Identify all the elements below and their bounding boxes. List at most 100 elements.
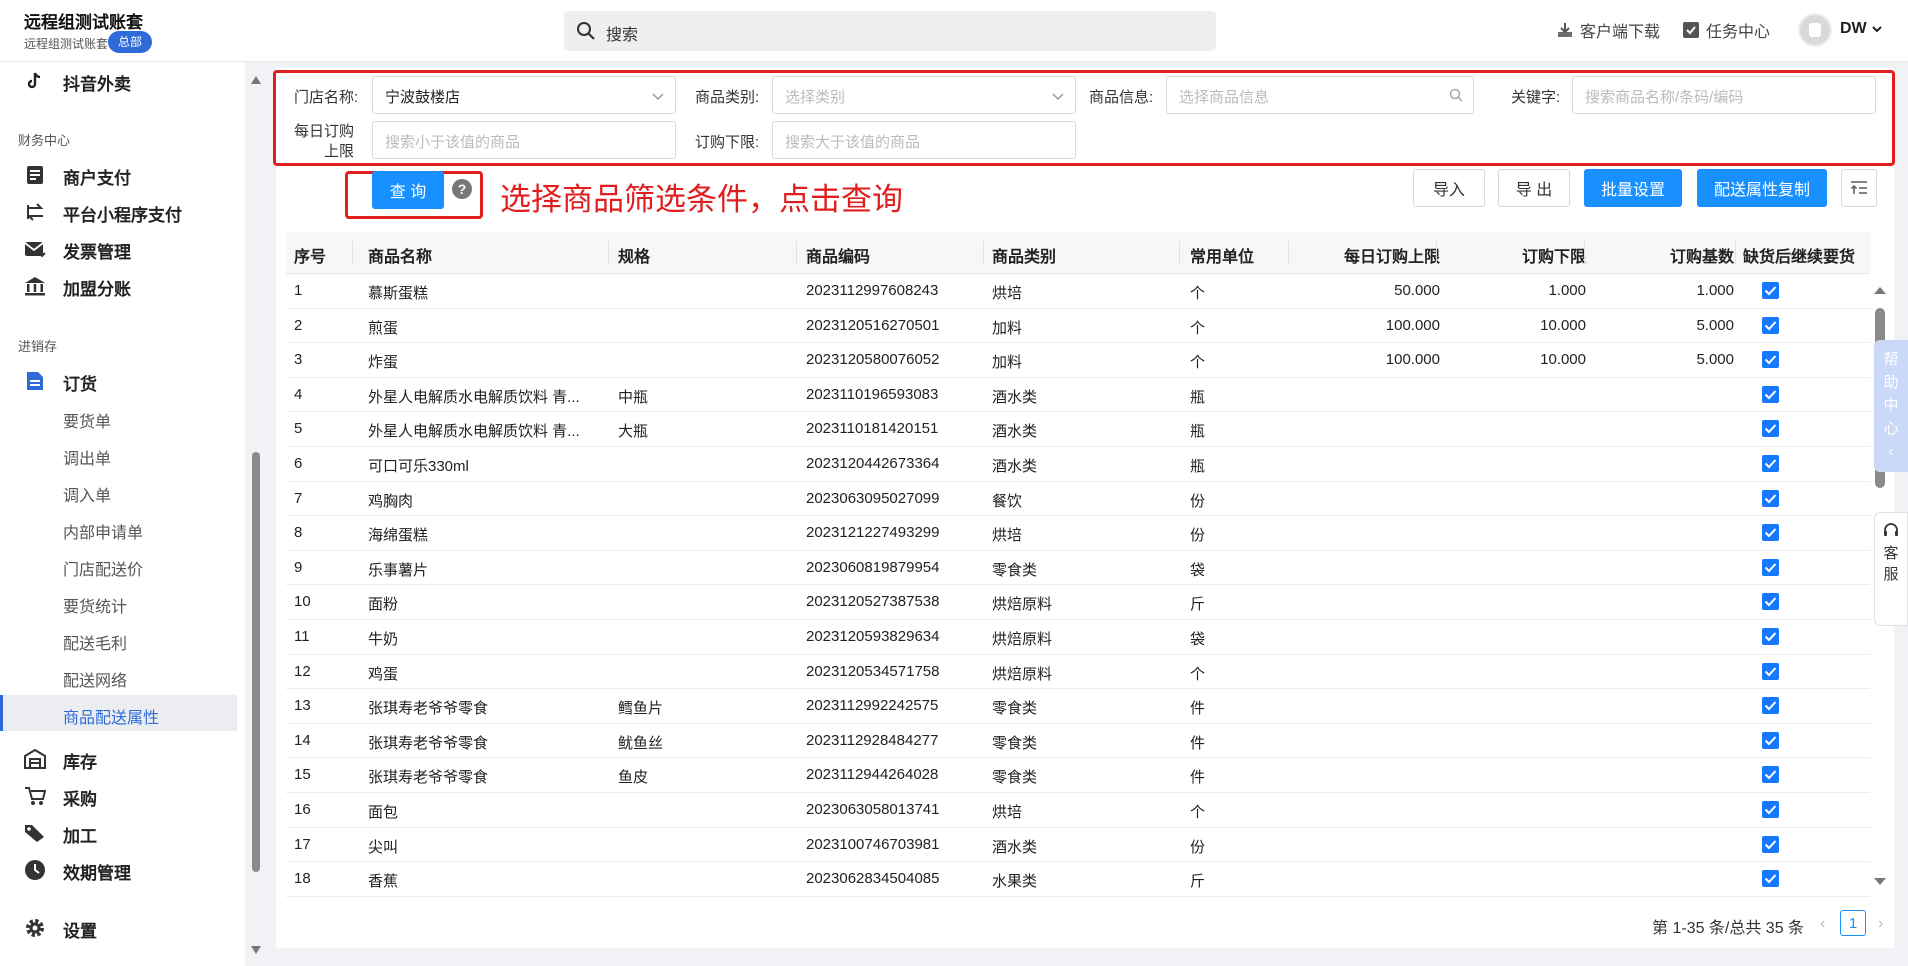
continue-order-checkbox[interactable]	[1762, 524, 1779, 542]
sidebar-item-invoice[interactable]: 发票管理	[0, 230, 237, 266]
cell-order-min: 10.000	[1540, 351, 1586, 369]
continue-order-checkbox[interactable]	[1762, 835, 1779, 853]
cell-code: 2023110196593083	[806, 385, 939, 403]
sidebar-item-expiry[interactable]: 效期管理	[0, 851, 237, 887]
table-row[interactable]: 5 外星人电解质水电解质饮料 青... 大瓶 2023110181420151 酒水类 瓶	[286, 412, 1870, 447]
sidebar-subitem-requisition[interactable]: 要货单	[0, 399, 237, 435]
category-select[interactable]: 选择类别	[772, 76, 1076, 114]
table-row[interactable]: 14 张琪寿老爷爷零食 鱿鱼丝 2023112928484277 零食类 件	[286, 724, 1870, 759]
customer-service-tab[interactable]: 客 服	[1874, 512, 1908, 626]
product-info-input[interactable]: 选择商品信息	[1166, 76, 1474, 114]
help-center-tab[interactable]: 帮 助 中 心 ‹	[1874, 340, 1908, 472]
cell-name: 海绵蛋糕	[368, 527, 429, 545]
table-row[interactable]: 7 鸡胸肉 2023063095027099 餐饮 份	[286, 482, 1870, 517]
sidebar-subitem-order-stats[interactable]: 要货统计	[0, 584, 237, 620]
sidebar-subitem-internal-request[interactable]: 内部申请单	[0, 510, 237, 546]
cell-name: 张琪寿老爷爷零食	[368, 769, 489, 787]
tag-icon	[24, 822, 46, 844]
sidebar-subitem-delivery-attributes[interactable]: 商品配送属性	[0, 695, 237, 731]
account-name[interactable]: 远程组测试账套	[24, 8, 143, 33]
continue-order-checkbox[interactable]	[1762, 697, 1779, 715]
page-1-button[interactable]: 1	[1840, 910, 1866, 936]
cell-name: 鸡蛋	[368, 665, 399, 683]
continue-order-checkbox[interactable]	[1762, 628, 1779, 645]
table-row[interactable]: 9 乐事薯片 2023060819879954 零食类 袋	[286, 551, 1870, 586]
sidebar-subitem-store-price[interactable]: 门店配送价	[0, 547, 237, 583]
continue-order-checkbox[interactable]	[1762, 489, 1779, 507]
cell-no: 8	[294, 524, 303, 542]
sidebar-subitem-transfer-out[interactable]: 调出单	[0, 436, 237, 472]
query-button[interactable]: 查 询	[372, 171, 444, 209]
prev-page-button[interactable]: ‹	[1820, 915, 1825, 933]
table-row[interactable]: 2 煎蛋 2023120516270501 加料 个 100.000 10.000 5.000	[286, 309, 1870, 344]
task-center-button[interactable]: 任务中心	[1682, 18, 1770, 42]
table-row[interactable]: 12 鸡蛋 2023120534571758 烘焙原料 个	[286, 655, 1870, 690]
help-icon[interactable]: ?	[452, 179, 472, 199]
continue-order-checkbox[interactable]	[1762, 420, 1779, 438]
continue-order-checkbox[interactable]	[1762, 731, 1779, 749]
search-input[interactable]: 搜索	[606, 21, 638, 45]
column-settings-button[interactable]	[1841, 169, 1877, 207]
continue-order-checkbox[interactable]	[1762, 558, 1779, 576]
global-search[interactable]: 搜索	[564, 11, 1216, 51]
batch-settings-button[interactable]: 批量设置	[1584, 169, 1682, 207]
continue-order-checkbox[interactable]	[1762, 801, 1779, 818]
continue-order-checkbox[interactable]	[1762, 593, 1779, 611]
user-menu[interactable]: DW	[1840, 20, 1883, 38]
sidebar-item-stock[interactable]: 库存	[0, 740, 237, 776]
table-row[interactable]: 17 尖叫 2023100746703981 酒水类 份	[286, 828, 1870, 863]
header-divider	[1584, 241, 1585, 265]
export-button[interactable]: 导 出	[1498, 169, 1570, 207]
task-icon	[1683, 22, 1699, 38]
sidebar-item-order[interactable]: 订货	[0, 362, 237, 398]
table-row[interactable]: 6 可口可乐330ml 2023120442673364 酒水类 瓶	[286, 447, 1870, 482]
continue-order-checkbox[interactable]	[1762, 351, 1779, 369]
continue-order-checkbox[interactable]	[1762, 766, 1779, 784]
continue-order-checkbox[interactable]	[1762, 282, 1779, 299]
next-page-button[interactable]: ›	[1878, 915, 1883, 933]
subitem-label: 要货单	[63, 414, 112, 431]
table-row[interactable]: 15 张琪寿老爷爷零食 鱼皮 2023112944264028 零食类 件	[286, 758, 1870, 793]
avatar[interactable]	[1798, 13, 1832, 47]
cell-category: 烘培	[992, 527, 1023, 545]
sidebar-item-franchise-split[interactable]: 加盟分账	[0, 267, 237, 303]
sidebar-subitem-delivery-network[interactable]: 配送网络	[0, 658, 237, 694]
continue-order-checkbox[interactable]	[1762, 870, 1779, 888]
cell-code: 2023120580076052	[806, 351, 940, 369]
cell-daily-limit: 100.000	[1385, 351, 1440, 369]
sidebar-subitem-transfer-in[interactable]: 调入单	[0, 473, 237, 509]
table-row[interactable]: 4 外星人电解质水电解质饮料 青... 中瓶 2023110196593083 酒水类 瓶	[286, 378, 1870, 413]
sidebar-item-settings[interactable]: 设置	[0, 909, 237, 945]
envelope-icon	[24, 238, 46, 260]
store-select[interactable]: 宁波鼓楼店	[372, 76, 676, 114]
cell-order-base: 1.000	[1696, 282, 1734, 299]
table-row[interactable]: 13 张琪寿老爷爷零食 鳕鱼片 2023112992242575 零食类 件	[286, 689, 1870, 724]
keyword-input[interactable]: 搜索商品名称/条码/编码	[1572, 76, 1876, 114]
daily-limit-input[interactable]: 搜索小于该值的商品	[372, 121, 676, 159]
continue-order-checkbox[interactable]	[1762, 316, 1779, 334]
swap-icon	[24, 201, 46, 223]
table-row[interactable]: 3 炸蛋 2023120580076052 加料 个 100.000 10.000 5.000	[286, 343, 1870, 378]
order-min-input[interactable]: 搜索大于该值的商品	[772, 121, 1076, 159]
sidebar-item-miniprogram-pay[interactable]: 平台小程序支付	[0, 193, 237, 229]
client-download-button[interactable]: 客户端下载	[1556, 18, 1660, 42]
continue-order-checkbox[interactable]	[1762, 455, 1779, 472]
sidebar-subitem-delivery-margin[interactable]: 配送毛利	[0, 621, 237, 657]
table-row[interactable]: 18 香蕉 2023062834504085 水果类 斤	[286, 862, 1870, 897]
sidebar-item-purchase[interactable]: 采购	[0, 777, 237, 813]
table-row[interactable]: 10 面粉 2023120527387538 烘焙原料 斤	[286, 585, 1870, 620]
sidebar-scrollbar[interactable]	[249, 70, 263, 960]
continue-order-checkbox[interactable]	[1762, 662, 1779, 680]
import-button[interactable]: 导入	[1413, 169, 1485, 207]
sidebar-item-merchant-pay[interactable]: 商户支付	[0, 156, 237, 192]
table-row[interactable]: 1 慕斯蛋糕 2023112997608243 烘培 个 50.000 1.000 1.000	[286, 274, 1870, 309]
table-row[interactable]: 16 面包 2023063058013741 烘培 个	[286, 793, 1870, 828]
continue-order-checkbox[interactable]	[1762, 385, 1779, 403]
cell-category: 酒水类	[992, 388, 1038, 406]
cell-name: 可口可乐330ml	[368, 458, 469, 475]
sidebar-item-processing[interactable]: 加工	[0, 814, 237, 850]
table-row[interactable]: 11 牛奶 2023120593829634 烘焙原料 袋	[286, 620, 1870, 655]
sidebar-item-douyin[interactable]: 抖音外卖	[0, 62, 237, 98]
table-row[interactable]: 8 海绵蛋糕 2023121227493299 烘培 份	[286, 516, 1870, 551]
copy-attributes-button[interactable]: 配送属性复制	[1697, 169, 1827, 207]
